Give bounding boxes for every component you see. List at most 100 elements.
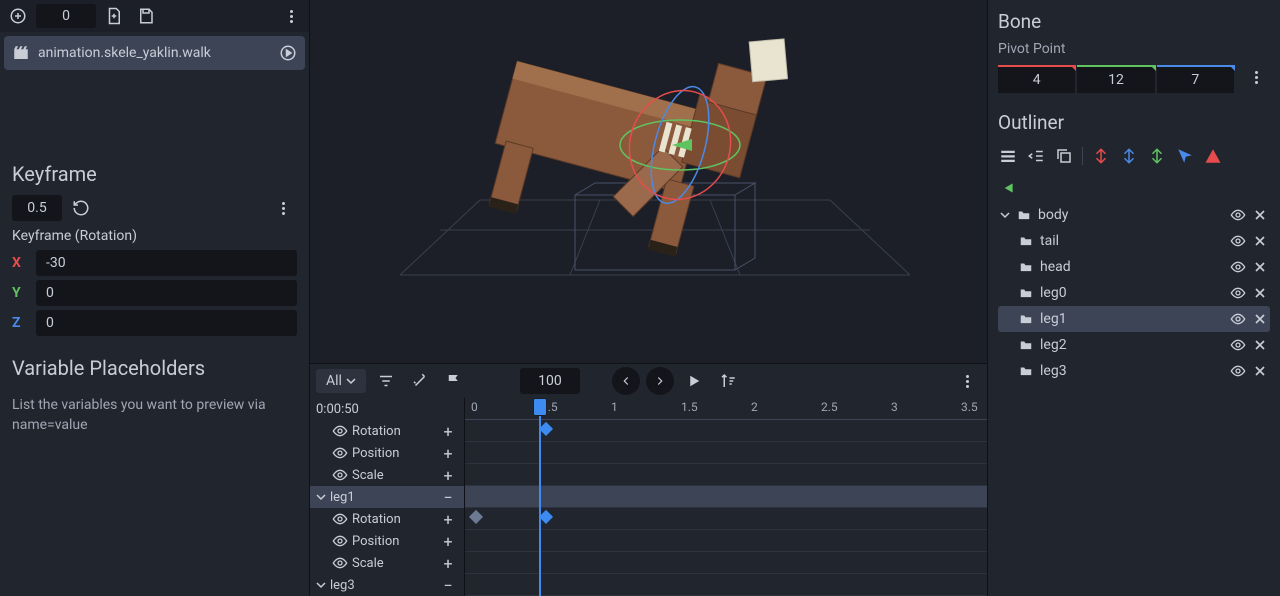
eye-icon[interactable] — [332, 445, 348, 461]
ruler-tick: 3 — [891, 400, 898, 414]
timeline-menu-button[interactable] — [953, 367, 981, 395]
visibility-toggle[interactable] — [1230, 363, 1246, 379]
add-keyframe-button[interactable]: + — [438, 422, 458, 441]
timeline-bone-row[interactable]: leg1− — [310, 486, 464, 508]
outliner-item-label: leg1 — [1040, 311, 1067, 327]
list-icon[interactable] — [998, 146, 1018, 166]
timeline-lane[interactable] — [465, 420, 987, 442]
keyframe-menu-button[interactable] — [269, 194, 297, 222]
timeline-lane[interactable] — [465, 574, 987, 596]
eye-icon[interactable] — [332, 511, 348, 527]
pivot-menu-button[interactable] — [1242, 63, 1270, 91]
timeline-channel-row[interactable]: Position+ — [310, 442, 464, 464]
timeline-lane[interactable] — [465, 442, 987, 464]
save-icon[interactable] — [132, 2, 160, 30]
outliner-toolbar — [998, 138, 1270, 174]
visibility-toggle[interactable] — [1230, 311, 1246, 327]
play-green-icon[interactable] — [998, 178, 1018, 198]
play-button[interactable] — [680, 367, 708, 395]
pivot-y-input[interactable]: 12 — [1077, 65, 1154, 93]
visibility-toggle[interactable] — [1230, 337, 1246, 353]
frame-number-field[interactable]: 0 — [36, 4, 96, 28]
animation-name: animation.skele_yaklin.walk — [38, 45, 211, 61]
add-keyframe-button[interactable]: + — [438, 532, 458, 551]
viewport-3d[interactable] — [310, 0, 987, 363]
remove-button[interactable] — [1252, 233, 1268, 249]
timeline-channel-row[interactable]: Scale+ — [310, 552, 464, 574]
timeline-channel-row[interactable]: Rotation+ — [310, 420, 464, 442]
timeline-playhead[interactable] — [539, 398, 541, 596]
center-z-icon[interactable] — [1147, 146, 1167, 166]
magic-icon[interactable] — [406, 367, 434, 395]
eye-icon[interactable] — [332, 533, 348, 549]
eye-icon[interactable] — [332, 555, 348, 571]
eye-icon[interactable] — [332, 467, 348, 483]
visibility-toggle[interactable] — [1230, 259, 1246, 275]
outdent-icon[interactable] — [1026, 146, 1046, 166]
remove-button[interactable] — [1252, 311, 1268, 327]
center-y-icon[interactable] — [1119, 146, 1139, 166]
folder-icon — [1018, 338, 1034, 352]
center-x-icon[interactable] — [1091, 146, 1111, 166]
visibility-toggle[interactable] — [1230, 207, 1246, 223]
keyframe-z-input[interactable]: 0 — [36, 310, 297, 336]
add-keyframe-button[interactable]: + — [438, 554, 458, 573]
add-keyframe-button[interactable]: + — [438, 466, 458, 485]
visibility-toggle[interactable] — [1230, 285, 1246, 301]
keyframe-header: Keyframe — [0, 154, 309, 194]
collapse-button[interactable]: − — [438, 488, 458, 507]
next-frame-button[interactable] — [646, 367, 674, 395]
remove-button[interactable] — [1252, 259, 1268, 275]
timeline-lane[interactable] — [465, 530, 987, 552]
outliner-item[interactable]: tail — [998, 228, 1270, 254]
add-keyframe-button[interactable]: + — [438, 510, 458, 529]
remove-button[interactable] — [1252, 363, 1268, 379]
outliner-item[interactable]: leg2 — [998, 332, 1270, 358]
remove-button[interactable] — [1252, 337, 1268, 353]
prev-frame-button[interactable] — [612, 367, 640, 395]
timeline-lane[interactable] — [465, 464, 987, 486]
playback-speed-field[interactable]: 100 — [520, 368, 580, 394]
animations-menu-button[interactable] — [277, 2, 305, 30]
collapse-button[interactable]: − — [438, 576, 458, 595]
pivot-z-input[interactable]: 7 — [1157, 65, 1234, 93]
timeline-lane[interactable] — [465, 508, 987, 530]
outliner-item[interactable]: leg1 — [998, 306, 1270, 332]
keyframe-time-field[interactable]: 0.5 — [12, 195, 62, 221]
cursor-icon[interactable] — [1175, 146, 1195, 166]
outliner-item[interactable]: head — [998, 254, 1270, 280]
add-animation-button[interactable] — [4, 2, 32, 30]
animation-item[interactable]: animation.skele_yaklin.walk — [4, 36, 305, 70]
keyframe-y-input[interactable]: 0 — [36, 280, 297, 306]
timeline-channel-row[interactable]: Rotation+ — [310, 508, 464, 530]
file-add-icon[interactable] — [100, 2, 128, 30]
play-circle-icon[interactable] — [279, 44, 297, 62]
outliner-item[interactable]: leg0 — [998, 280, 1270, 306]
filter-icon[interactable] — [372, 367, 400, 395]
reset-icon[interactable] — [72, 199, 90, 217]
visibility-toggle[interactable] — [1230, 233, 1246, 249]
timeline-bone-row[interactable]: leg3− — [310, 574, 464, 596]
pivot-x-input[interactable]: 4 — [998, 65, 1075, 93]
ruler-tick: 1 — [611, 400, 618, 414]
timeline-filter-select[interactable]: All — [316, 369, 366, 393]
outliner-item[interactable]: body — [998, 202, 1270, 228]
folder-icon — [1018, 312, 1034, 326]
timeline-channel-row[interactable]: Position+ — [310, 530, 464, 552]
keyframe-marker[interactable] — [469, 509, 483, 523]
flag-icon[interactable] — [440, 367, 468, 395]
copy-icon[interactable] — [1054, 146, 1074, 166]
sort-icon[interactable] — [714, 367, 742, 395]
warning-icon[interactable] — [1203, 146, 1223, 166]
outliner-item[interactable]: leg3 — [998, 358, 1270, 384]
add-keyframe-button[interactable]: + — [438, 444, 458, 463]
timeline-lane[interactable] — [465, 486, 987, 508]
timeline-lane[interactable] — [465, 552, 987, 574]
keyframe-x-input[interactable]: -30 — [36, 250, 297, 276]
eye-icon[interactable] — [332, 423, 348, 439]
keyframe-marker[interactable] — [539, 421, 553, 435]
remove-button[interactable] — [1252, 285, 1268, 301]
remove-button[interactable] — [1252, 207, 1268, 223]
keyframe-marker[interactable] — [539, 509, 553, 523]
timeline-channel-row[interactable]: Scale+ — [310, 464, 464, 486]
